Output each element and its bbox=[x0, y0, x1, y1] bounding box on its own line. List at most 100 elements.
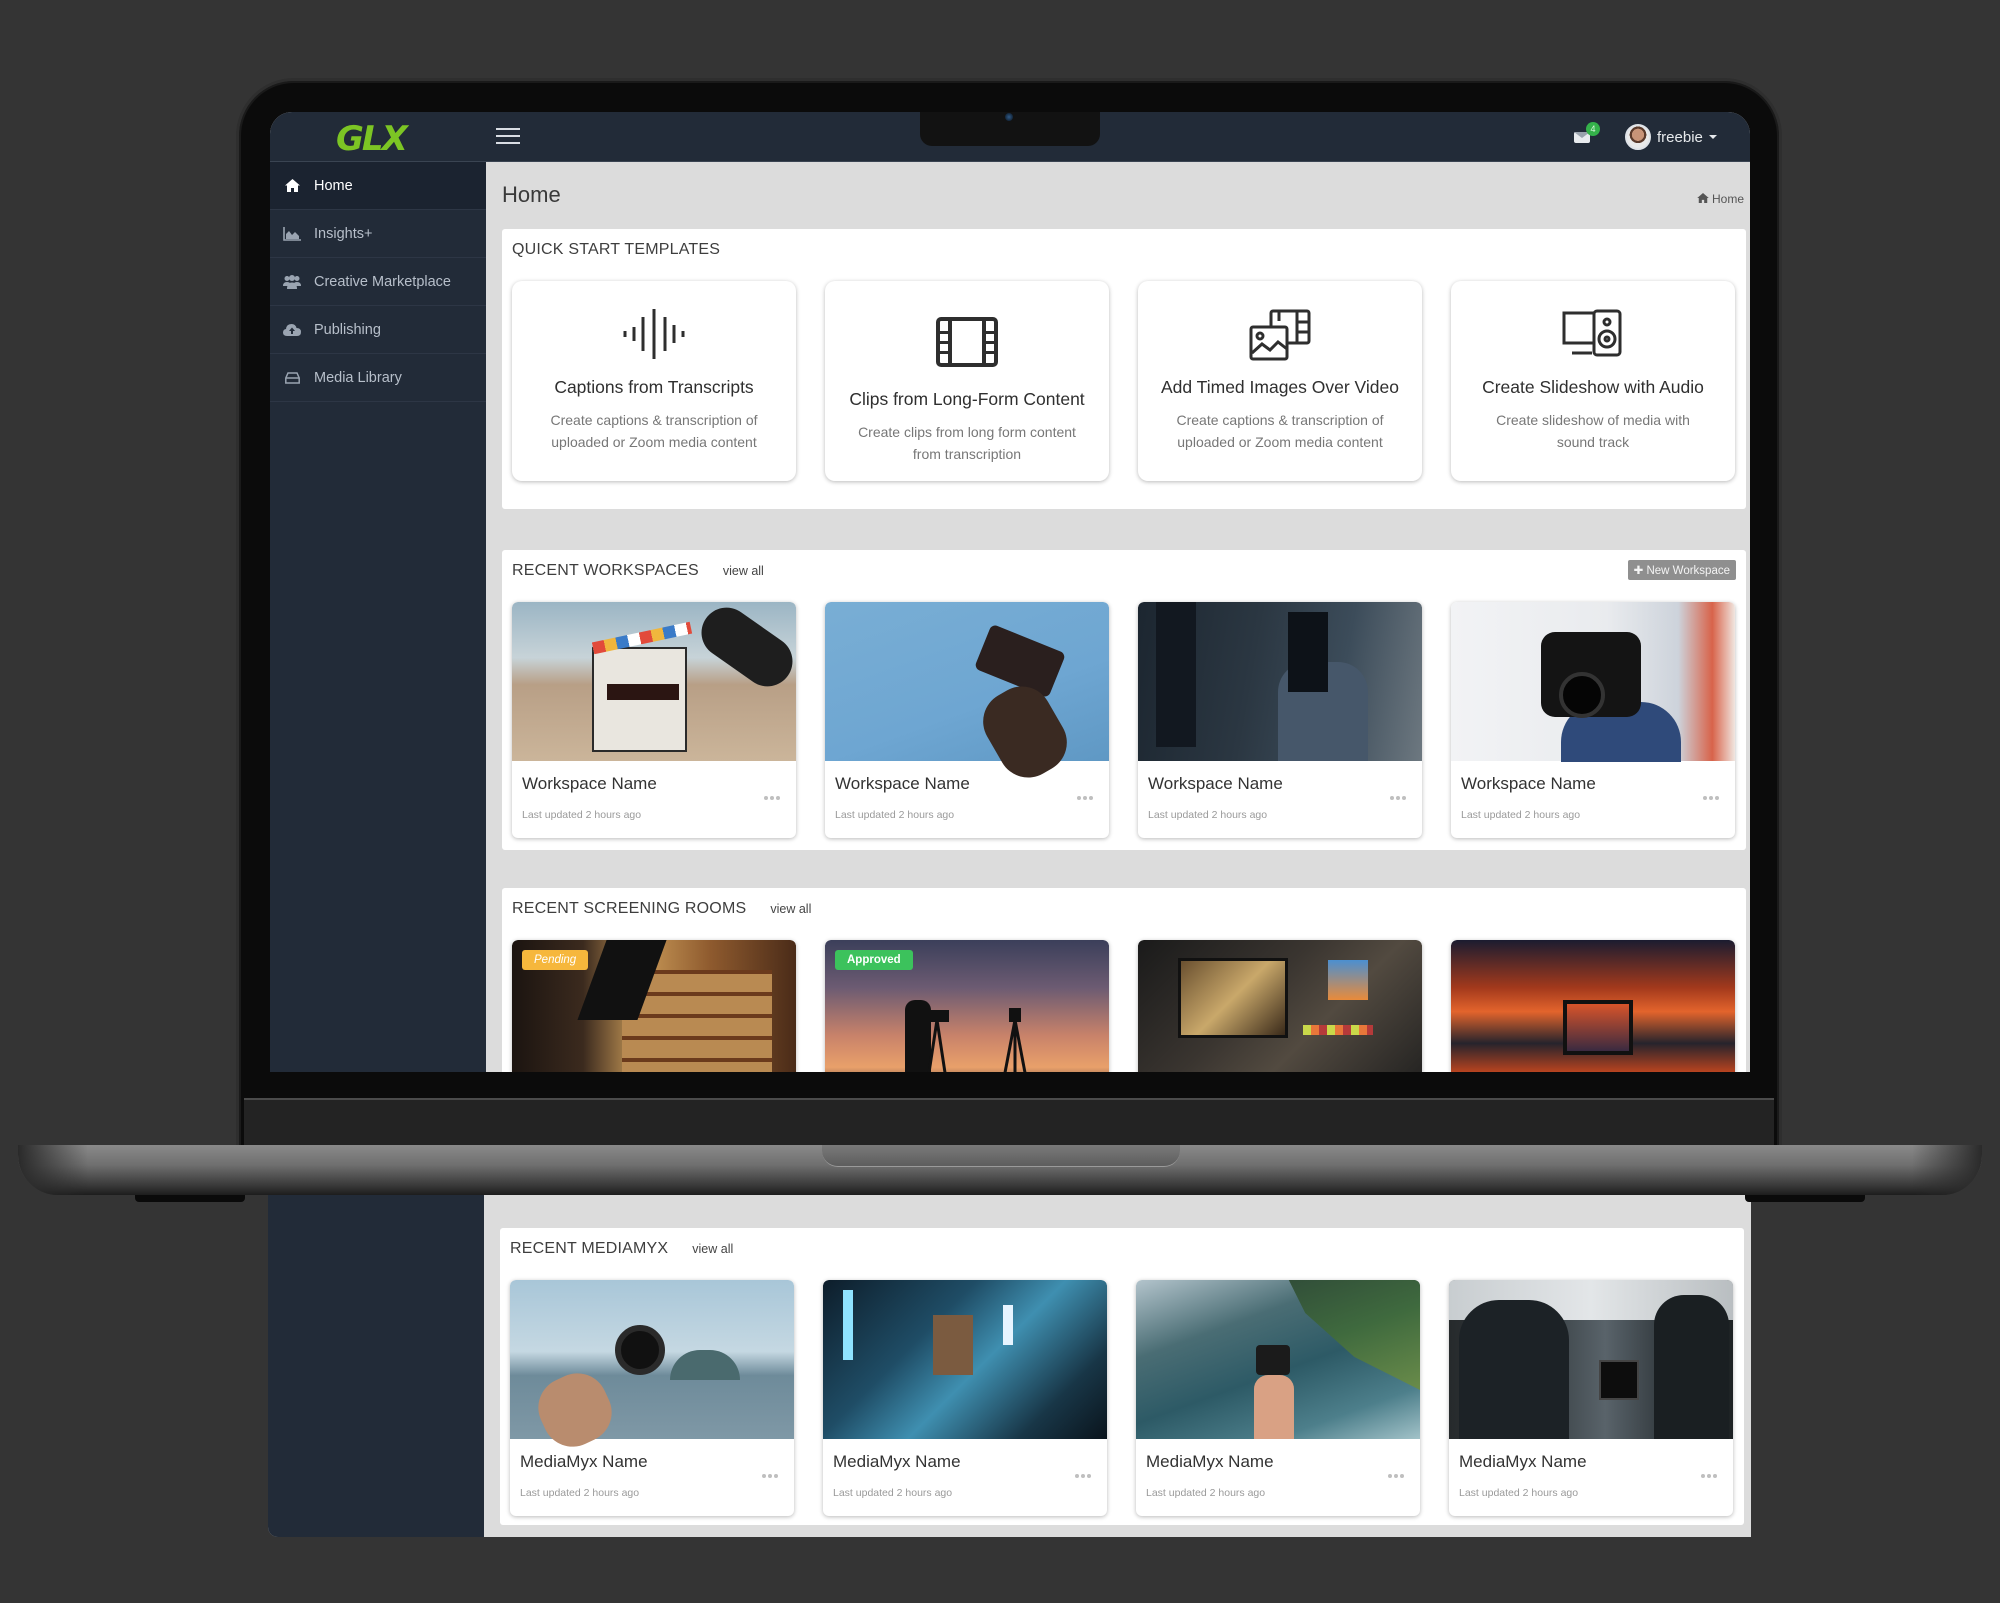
glx-logo[interactable]: GLX bbox=[336, 119, 408, 159]
sidebar-item-publishing[interactable]: Publishing bbox=[270, 306, 486, 354]
mediamyx-title: RECENT MEDIAMYX bbox=[510, 1240, 669, 1257]
template-title: Captions from Transcripts bbox=[554, 377, 754, 397]
workspaces-view-all-link[interactable]: view all bbox=[723, 564, 764, 578]
sidebar-item-label: Publishing bbox=[314, 321, 381, 338]
timecode-display bbox=[607, 684, 679, 700]
template-captions-from-transcripts[interactable]: Captions from Transcripts Create caption… bbox=[512, 281, 796, 481]
mediamyx-thumbnail bbox=[510, 1280, 794, 1457]
template-clips-from-long-form[interactable]: Clips from Long-Form Content Create clip… bbox=[825, 281, 1109, 481]
workspace-updated: Last updated 2 hours ago bbox=[522, 809, 642, 821]
sidebar-item-media-library[interactable]: Media Library bbox=[270, 354, 486, 402]
messages-button[interactable]: 4 bbox=[1572, 122, 1600, 148]
more-options-icon[interactable] bbox=[1075, 1474, 1091, 1478]
status-badge-approved: Approved bbox=[835, 950, 913, 970]
message-count-badge: 4 bbox=[1586, 122, 1600, 136]
template-title: Create Slideshow with Audio bbox=[1482, 377, 1704, 397]
caret-down-icon bbox=[1708, 135, 1717, 139]
hamburger-icon[interactable] bbox=[496, 128, 520, 146]
mediamyx-name: MediaMyx Name bbox=[520, 1452, 648, 1471]
mediamyx-card[interactable]: MediaMyx Name Last updated 2 hours ago bbox=[823, 1280, 1107, 1516]
mediamyx-updated: Last updated 2 hours ago bbox=[520, 1487, 640, 1499]
laptop-foot-right bbox=[1745, 1194, 1865, 1202]
sidebar-item-label: Creative Marketplace bbox=[314, 273, 451, 290]
mediamyx-name: MediaMyx Name bbox=[833, 1452, 961, 1471]
app-screen: GLX 4 freebie Home Insights+ Creative Ma… bbox=[270, 112, 1750, 1072]
status-badge-pending: Pending bbox=[522, 950, 589, 970]
image-over-film-icon bbox=[1138, 309, 1422, 363]
screening-rooms-view-all-link[interactable]: view all bbox=[770, 902, 811, 916]
hand-graphic bbox=[972, 675, 1078, 789]
main-content-continuation: RECENT MEDIAMYX view all MediaMyx Name L… bbox=[484, 1195, 1748, 1537]
workspace-name: Workspace Name bbox=[1461, 774, 1596, 793]
screening-rooms-title: RECENT SCREENING ROOMS bbox=[512, 900, 747, 917]
workspace-card[interactable]: Workspace Name Last updated 2 hours ago bbox=[512, 602, 796, 838]
home-icon bbox=[1697, 192, 1709, 206]
mediamyx-card[interactable]: MediaMyx Name Last updated 2 hours ago bbox=[1136, 1280, 1420, 1516]
area-chart-icon bbox=[282, 226, 302, 242]
more-options-icon[interactable] bbox=[1388, 1474, 1404, 1478]
gimbal-camera-graphic bbox=[1599, 1360, 1639, 1400]
mediamyx-card[interactable]: MediaMyx Name Last updated 2 hours ago bbox=[1449, 1280, 1733, 1516]
breadcrumb[interactable]: Home bbox=[1697, 192, 1744, 206]
recent-screening-rooms-panel: RECENT SCREENING ROOMS view all Pending … bbox=[502, 888, 1746, 1072]
page-title: Home bbox=[502, 182, 561, 207]
mediamyx-name: MediaMyx Name bbox=[1146, 1452, 1274, 1471]
laptop-thumb-cutout bbox=[822, 1145, 1180, 1167]
quick-start-panel: QUICK START TEMPLATES Captions from Tran… bbox=[502, 229, 1746, 509]
more-options-icon[interactable] bbox=[1390, 796, 1406, 800]
screening-room-card[interactable] bbox=[1138, 940, 1422, 1072]
lens-graphic bbox=[1559, 672, 1605, 718]
template-description: Create clips from long form content from… bbox=[858, 424, 1076, 462]
lens-graphic bbox=[615, 1325, 665, 1375]
film-icon bbox=[825, 317, 1109, 371]
template-slideshow-audio[interactable]: Create Slideshow with Audio Create slide… bbox=[1451, 281, 1735, 481]
workspace-thumbnail bbox=[1451, 602, 1735, 762]
more-options-icon[interactable] bbox=[764, 796, 780, 800]
workspace-updated: Last updated 2 hours ago bbox=[1461, 809, 1581, 821]
sidebar-item-label: Home bbox=[314, 177, 353, 194]
screening-room-thumbnail bbox=[1451, 940, 1735, 1072]
app-screen-continuation: RECENT MEDIAMYX view all MediaMyx Name L… bbox=[268, 1195, 1751, 1537]
workspaces-title: RECENT WORKSPACES bbox=[512, 562, 699, 579]
sidebar-item-creative-marketplace[interactable]: Creative Marketplace bbox=[270, 258, 486, 306]
mediamyx-card[interactable]: MediaMyx Name Last updated 2 hours ago bbox=[510, 1280, 794, 1516]
workspace-card[interactable]: Workspace Name Last updated 2 hours ago bbox=[1451, 602, 1735, 838]
screening-room-card[interactable]: Approved bbox=[825, 940, 1109, 1072]
mediamyx-name: MediaMyx Name bbox=[1459, 1452, 1587, 1471]
hand-graphic bbox=[1254, 1375, 1294, 1439]
preview-monitor-graphic bbox=[1328, 960, 1368, 1000]
plus-icon: ✚ bbox=[1633, 565, 1647, 577]
workspace-card[interactable]: Workspace Name Last updated 2 hours ago bbox=[825, 602, 1109, 838]
user-menu[interactable]: freebie bbox=[1625, 124, 1717, 150]
mediamyx-thumbnail bbox=[1449, 1280, 1733, 1439]
sidebar-item-home[interactable]: Home bbox=[270, 162, 486, 210]
recent-mediamyx-panel: RECENT MEDIAMYX view all MediaMyx Name L… bbox=[500, 1228, 1744, 1525]
sidebar-item-insights[interactable]: Insights+ bbox=[270, 210, 486, 258]
new-workspace-button[interactable]: ✚ New Workspace bbox=[1627, 560, 1736, 580]
monitor-speaker-icon bbox=[1451, 309, 1735, 363]
person-legs-graphic bbox=[1156, 602, 1196, 747]
new-workspace-label: New Workspace bbox=[1646, 565, 1730, 577]
mediamyx-view-all-link[interactable]: view all bbox=[692, 1242, 733, 1256]
screening-room-card[interactable] bbox=[1451, 940, 1735, 1072]
laptop-chin bbox=[244, 1098, 1774, 1146]
workspace-thumbnail bbox=[512, 602, 796, 761]
workspace-name: Workspace Name bbox=[835, 774, 970, 793]
tripod-silhouette-graphic bbox=[927, 1008, 1027, 1072]
cloud-upload-icon bbox=[282, 322, 302, 338]
more-options-icon[interactable] bbox=[762, 1474, 778, 1478]
more-options-icon[interactable] bbox=[1703, 796, 1719, 800]
arm-graphic bbox=[691, 602, 796, 697]
more-options-icon[interactable] bbox=[1077, 796, 1093, 800]
workspace-card[interactable]: Workspace Name Last updated 2 hours ago bbox=[1138, 602, 1422, 838]
users-icon bbox=[282, 274, 302, 290]
workspace-thumbnail bbox=[825, 602, 1109, 789]
workspace-thumbnail bbox=[1138, 602, 1422, 761]
template-title: Clips from Long-Form Content bbox=[849, 389, 1085, 409]
sidebar-item-label: Insights+ bbox=[314, 225, 373, 242]
more-options-icon[interactable] bbox=[1701, 1474, 1717, 1478]
camera-monitor-graphic bbox=[1563, 1000, 1633, 1055]
breadcrumb-home: Home bbox=[1711, 192, 1744, 206]
screening-room-card[interactable]: Pending bbox=[512, 940, 796, 1072]
template-timed-images[interactable]: Add Timed Images Over Video Create capti… bbox=[1138, 281, 1422, 481]
